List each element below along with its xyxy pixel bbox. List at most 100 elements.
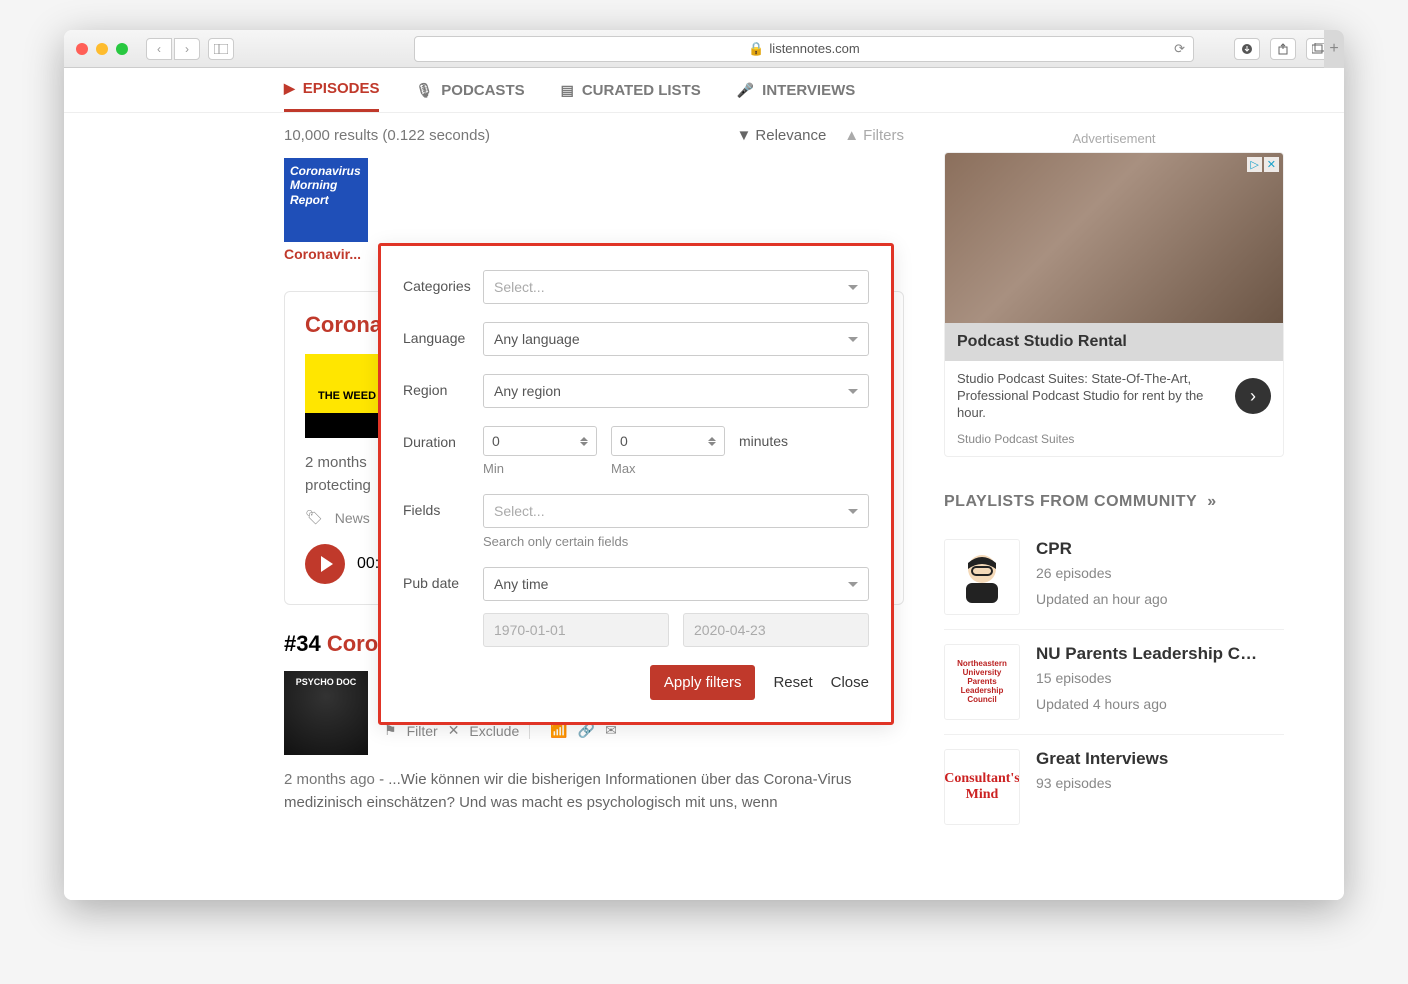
playlist-title: CPR (1036, 539, 1168, 559)
url-host: listennotes.com (769, 41, 859, 56)
select-value: Any language (494, 331, 580, 347)
back-button[interactable]: ‹ (146, 38, 172, 60)
podcast-title: Coronavir... (284, 246, 368, 262)
filters-toggle[interactable]: ▲ Filters (844, 127, 904, 144)
apply-filters-button[interactable]: Apply filters (650, 665, 756, 700)
date-from-input[interactable]: 1970-01-01 (483, 613, 669, 647)
fields-hint: Search only certain fields (483, 534, 869, 549)
minimize-window-icon[interactable] (96, 43, 108, 55)
filter-actions: Apply filters Reset Close (403, 665, 869, 700)
downloads-button[interactable] (1234, 38, 1260, 60)
ad-close-icon[interactable]: ✕ (1264, 157, 1279, 172)
region-select[interactable]: Any region (483, 374, 869, 408)
chevron-down-icon (848, 582, 858, 587)
titlebar: ‹ › 🔒 listennotes.com ⟳ + (64, 30, 1344, 68)
tag-icon: 🏷 (305, 509, 323, 526)
sort-controls: ▼ Relevance ▲ Filters (737, 127, 904, 144)
side-column: Advertisement ▷✕ Podcast Studio Rental S… (944, 127, 1284, 839)
result-desc-2: 2 months ago - ...Wie können wir die bis… (284, 769, 904, 814)
tab-label: INTERVIEWS (762, 82, 855, 99)
results-count: 10,000 results (0.122 seconds) (284, 127, 490, 144)
tab-curated[interactable]: ▤ CURATED LISTS (561, 80, 701, 112)
filter-label-pubdate: Pub date (403, 567, 483, 591)
playlist-item[interactable]: Consultant's Mind Great Interviews 93 ep… (944, 735, 1284, 839)
sidebar-icon (214, 44, 228, 54)
tag-news[interactable]: News (335, 510, 370, 526)
address-bar[interactable]: 🔒 listennotes.com ⟳ (414, 36, 1194, 62)
podcast-icon: 🎙 (415, 82, 433, 99)
tab-podcasts[interactable]: 🎙 PODCASTS (415, 80, 524, 112)
playlist-title: Great Interviews (1036, 749, 1168, 769)
filter-label-duration: Duration (403, 426, 483, 450)
tab-interviews[interactable]: 🎤 INTERVIEWS (737, 80, 856, 112)
new-tab-button[interactable]: + (1324, 30, 1344, 68)
chevron-double-right-icon[interactable]: » (1207, 493, 1216, 511)
filter-label-region: Region (403, 374, 483, 398)
tab-label: EPISODES (303, 80, 380, 97)
forward-button[interactable]: › (174, 38, 200, 60)
max-label: Max (611, 461, 636, 476)
close-window-icon[interactable] (76, 43, 88, 55)
playlist-thumbnail: Northeastern University Parents Leadersh… (944, 644, 1020, 720)
filter-label-language: Language (403, 322, 483, 346)
ad-title: Podcast Studio Rental (945, 323, 1283, 361)
podcast-card[interactable]: Coronavirus Morning Report Coronavir... (284, 158, 368, 262)
categories-select[interactable]: Select... (483, 270, 869, 304)
playlist-updated: Updated an hour ago (1036, 591, 1168, 607)
thumb-text: PSYCHO DOC (296, 677, 357, 687)
duration-max-input[interactable]: 0 (611, 426, 725, 456)
ad-cta-button[interactable]: › (1235, 378, 1271, 414)
chevron-down-icon (848, 509, 858, 514)
browser-window: ‹ › 🔒 listennotes.com ⟳ + (64, 30, 1344, 900)
playlists-header: PLAYLISTS FROM COMMUNITY » (944, 493, 1284, 511)
number-steppers[interactable] (580, 437, 588, 446)
caret-up-icon: ▲ (844, 127, 859, 144)
share-button[interactable] (1270, 38, 1296, 60)
nav-buttons: ‹ › (146, 38, 200, 60)
language-select[interactable]: Any language (483, 322, 869, 356)
filter-label-fields: Fields (403, 494, 483, 518)
playlist-episodes: 26 episodes (1036, 565, 1168, 581)
number-steppers[interactable] (708, 437, 716, 446)
share-icon (1277, 43, 1289, 55)
toolbar-right (1234, 38, 1332, 60)
playlist-updated: Updated 4 hours ago (1036, 696, 1266, 712)
date-to-input[interactable]: 2020-04-23 (683, 613, 869, 647)
caret-down-icon: ▼ (737, 127, 752, 144)
result-age: 2 months ago (284, 771, 375, 788)
thumb-text: THE WEED (318, 390, 376, 402)
traffic-lights (76, 43, 128, 55)
sidebar-toggle-button[interactable] (208, 38, 234, 60)
playlist-item[interactable]: CPR 26 episodes Updated an hour ago (944, 525, 1284, 630)
mic-icon: 🎤 (737, 82, 754, 99)
playlists-title: PLAYLISTS FROM COMMUNITY (944, 493, 1197, 511)
pubdate-select[interactable]: Any time (483, 567, 869, 601)
avatar-icon (954, 549, 1010, 605)
tab-label: CURATED LISTS (582, 82, 701, 99)
filter-label-categories: Categories (403, 270, 483, 294)
adchoices-icon[interactable]: ▷ (1247, 157, 1261, 172)
reset-button[interactable]: Reset (773, 674, 812, 691)
page-content: ▶ EPISODES 🎙 PODCASTS ▤ CURATED LISTS 🎤 … (64, 68, 1344, 900)
select-value: Any region (494, 383, 561, 399)
filters-label: Filters (863, 127, 904, 144)
close-button[interactable]: Close (831, 674, 869, 691)
chevron-down-icon (848, 337, 858, 342)
playlist-thumbnail: Consultant's Mind (944, 749, 1020, 825)
fields-select[interactable]: Select... (483, 494, 869, 528)
reload-icon[interactable]: ⟳ (1174, 41, 1185, 57)
list-icon: ▤ (561, 82, 574, 99)
result-thumbnail[interactable]: PSYCHO DOC (284, 671, 368, 755)
content-tabs: ▶ EPISODES 🎙 PODCASTS ▤ CURATED LISTS 🎤 … (64, 68, 1344, 113)
duration-min-input[interactable]: 0 (483, 426, 597, 456)
advertisement[interactable]: ▷✕ Podcast Studio Rental Studio Podcast … (944, 152, 1284, 457)
tab-episodes[interactable]: ▶ EPISODES (284, 80, 379, 112)
podcast-thumbnail: Coronavirus Morning Report (284, 158, 368, 242)
play-button[interactable] (305, 544, 345, 584)
duration-unit: minutes (739, 433, 788, 449)
playlist-item[interactable]: Northeastern University Parents Leadersh… (944, 630, 1284, 735)
download-icon (1241, 43, 1253, 55)
result-thumbnail[interactable]: THE WEED (305, 354, 389, 438)
zoom-window-icon[interactable] (116, 43, 128, 55)
sort-relevance[interactable]: ▼ Relevance (737, 127, 827, 144)
